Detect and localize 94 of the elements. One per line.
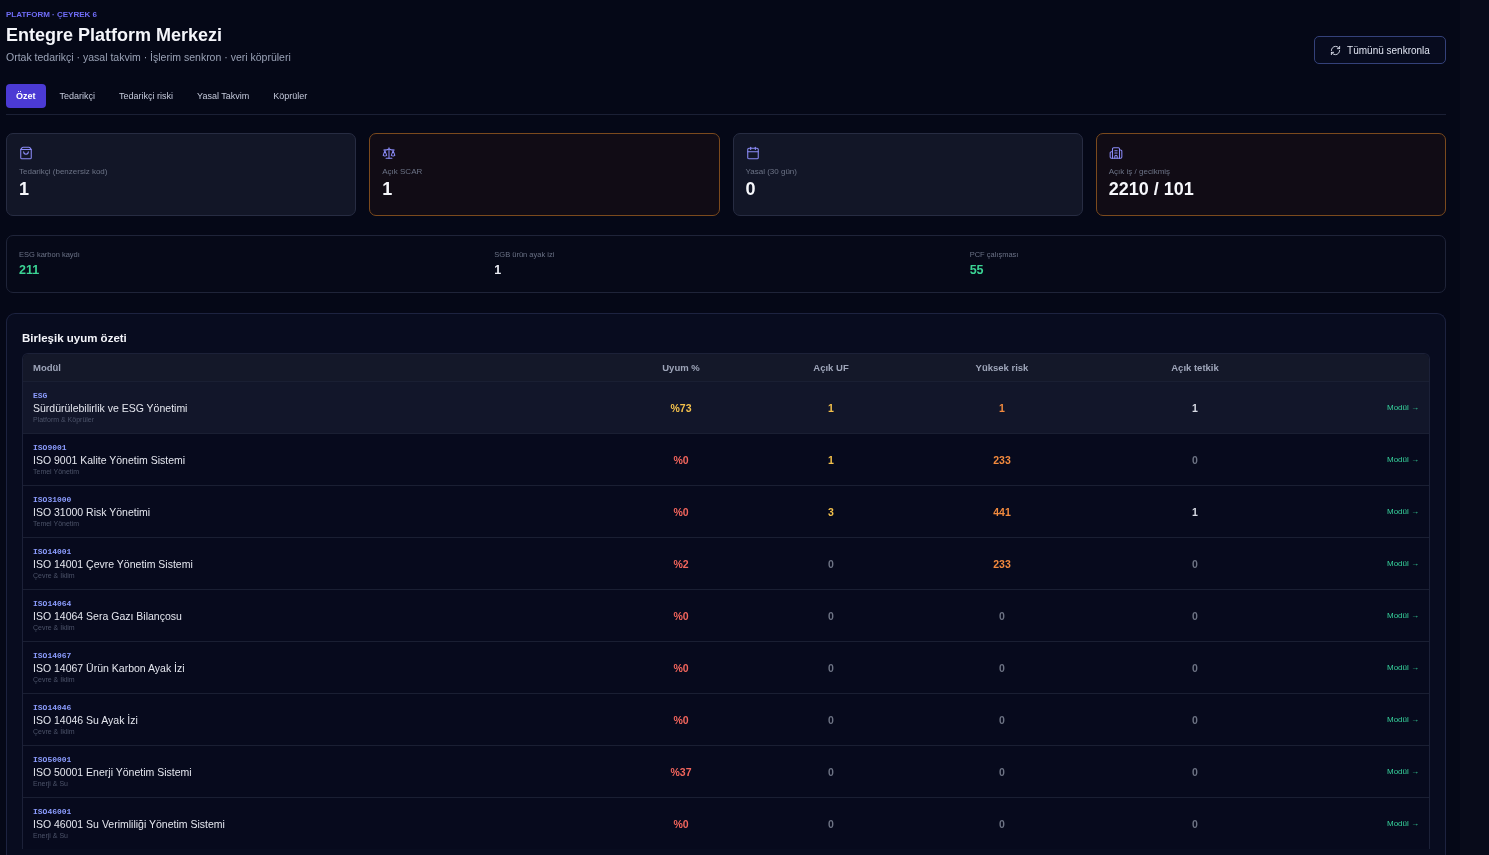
table-cell: %37 <box>670 765 692 778</box>
table-cell: 0 <box>999 817 1005 830</box>
kpi-label: Tedarikçi (benzersiz kod) <box>19 166 108 178</box>
module-name: ISO 14001 Çevre Yönetim Sistemi <box>33 557 193 571</box>
module-link[interactable]: Modül → <box>1387 819 1419 828</box>
module-name: ISO 46001 Su Verimliliği Yönetim Sistemi <box>33 817 225 831</box>
panel-title: Birleşik uyum özeti <box>22 331 128 346</box>
table-cell: 0 <box>828 765 834 778</box>
sync-all-button[interactable]: Tümünü senkronla <box>1314 36 1446 64</box>
module-link[interactable]: Modül → <box>1387 507 1419 516</box>
kpi-value: 0 <box>745 178 756 200</box>
tab[interactable]: Tedarikçi riski <box>109 84 184 108</box>
table-cell: 0 <box>999 609 1005 622</box>
module-name: Sürdürülebilirlik ve ESG Yönetimi <box>33 401 188 415</box>
module-link[interactable]: Modül → <box>1387 767 1419 776</box>
scale-icon <box>382 146 397 160</box>
stat-value: 211 <box>19 262 40 279</box>
module-name: ISO 50001 Enerji Yönetim Sistemi <box>33 765 192 779</box>
module-link[interactable]: Modül → <box>1387 403 1419 412</box>
column-header: Açık tetkik <box>1171 362 1219 373</box>
module-code: ISO14067 <box>33 650 72 661</box>
module-name: ISO 14064 Sera Gazı Bilançosu <box>33 609 182 623</box>
column-header: Yüksek risk <box>975 362 1029 373</box>
stat-value: 55 <box>969 262 984 279</box>
table-cell: 441 <box>993 505 1011 518</box>
table-cell: 0 <box>1192 713 1198 726</box>
module-name: ISO 14067 Ürün Karbon Ayak İzi <box>33 661 185 675</box>
kpi-label: Açık SCAR <box>382 166 423 178</box>
table-cell: 1 <box>828 453 834 466</box>
stat-value: 1 <box>494 262 502 279</box>
tab[interactable]: Tedarikçi <box>49 84 106 108</box>
module-code: ISO9001 <box>33 442 67 453</box>
table-cell: 233 <box>993 557 1011 570</box>
calendar-icon <box>745 146 760 160</box>
kpi-value: 1 <box>19 178 29 200</box>
table-cell: 0 <box>828 557 834 570</box>
table-cell: %0 <box>673 817 689 830</box>
module-code: ESG <box>33 390 48 401</box>
module-name: ISO 9001 Kalite Yönetim Sistemi <box>33 453 186 467</box>
table-cell: 0 <box>999 765 1005 778</box>
module-code: ISO46001 <box>33 806 72 817</box>
module-code: ISO14046 <box>33 702 72 713</box>
tab[interactable]: Köprüler <box>263 84 318 108</box>
kpi-value: 2210 / 101 <box>1108 178 1194 200</box>
refresh-icon <box>1330 44 1342 56</box>
table-cell: 0 <box>999 713 1005 726</box>
module-link[interactable]: Modül → <box>1387 559 1419 568</box>
table-cell: 0 <box>1192 817 1198 830</box>
table-cell: %0 <box>673 661 689 674</box>
page-subtitle: Ortak tedarikçi · yasal takvim · İşlerim senkron · veri köprüleri <box>6 50 291 65</box>
table-cell: %0 <box>673 505 689 518</box>
table-cell: 0 <box>828 661 834 674</box>
table-cell: 3 <box>828 505 834 518</box>
table-cell: 0 <box>1192 557 1198 570</box>
table-cell: 0 <box>828 713 834 726</box>
page-title: Entegre Platform Merkezi <box>6 24 224 47</box>
module-link[interactable]: Modül → <box>1387 663 1419 672</box>
column-header: Modül <box>32 362 61 373</box>
table-cell: 233 <box>993 453 1011 466</box>
module-code: ISO14064 <box>33 598 72 609</box>
table-cell: %0 <box>673 609 689 622</box>
kpi-label: Açık iş / gecikmiş <box>1108 166 1171 178</box>
table-cell: 0 <box>999 661 1005 674</box>
table-cell: 1 <box>1192 505 1198 518</box>
kpi-value: 1 <box>382 178 393 200</box>
table-cell: 0 <box>1192 661 1198 674</box>
column-header: Açık UF <box>813 362 849 373</box>
table-cell: %0 <box>673 713 689 726</box>
module-code: ISO50001 <box>33 754 72 765</box>
module-name: ISO 31000 Risk Yönetimi <box>33 505 151 519</box>
table-cell: 0 <box>828 817 834 830</box>
table-cell: 1 <box>1192 401 1198 414</box>
module-code: ISO31000 <box>33 494 72 505</box>
table-cell: 0 <box>1192 765 1198 778</box>
module-link[interactable]: Modül → <box>1387 715 1419 724</box>
table-cell: 1 <box>999 401 1005 414</box>
table-cell: %73 <box>670 401 692 414</box>
eyebrow-label: PLATFORM · ÇEYREK 6 <box>6 9 98 21</box>
table-cell: %2 <box>673 557 689 570</box>
module-link[interactable]: Modül → <box>1387 455 1419 464</box>
kpi-label: Yasal (30 gün) <box>745 166 797 178</box>
table-cell: %0 <box>673 453 689 466</box>
tab[interactable]: Özet <box>6 84 46 108</box>
table-cell: 0 <box>1192 609 1198 622</box>
column-header: Uyum % <box>662 362 700 373</box>
module-link[interactable]: Modül → <box>1387 611 1419 620</box>
table-cell: 1 <box>828 401 834 414</box>
building-icon <box>1108 146 1123 160</box>
module-name: ISO 14046 Su Ayak İzi <box>33 713 138 727</box>
table-cell: 0 <box>828 609 834 622</box>
tab[interactable]: Yasal Takvim <box>187 84 260 108</box>
module-code: ISO14001 <box>33 546 72 557</box>
shopping-bag-icon <box>19 146 33 160</box>
table-cell: 0 <box>1192 453 1198 466</box>
